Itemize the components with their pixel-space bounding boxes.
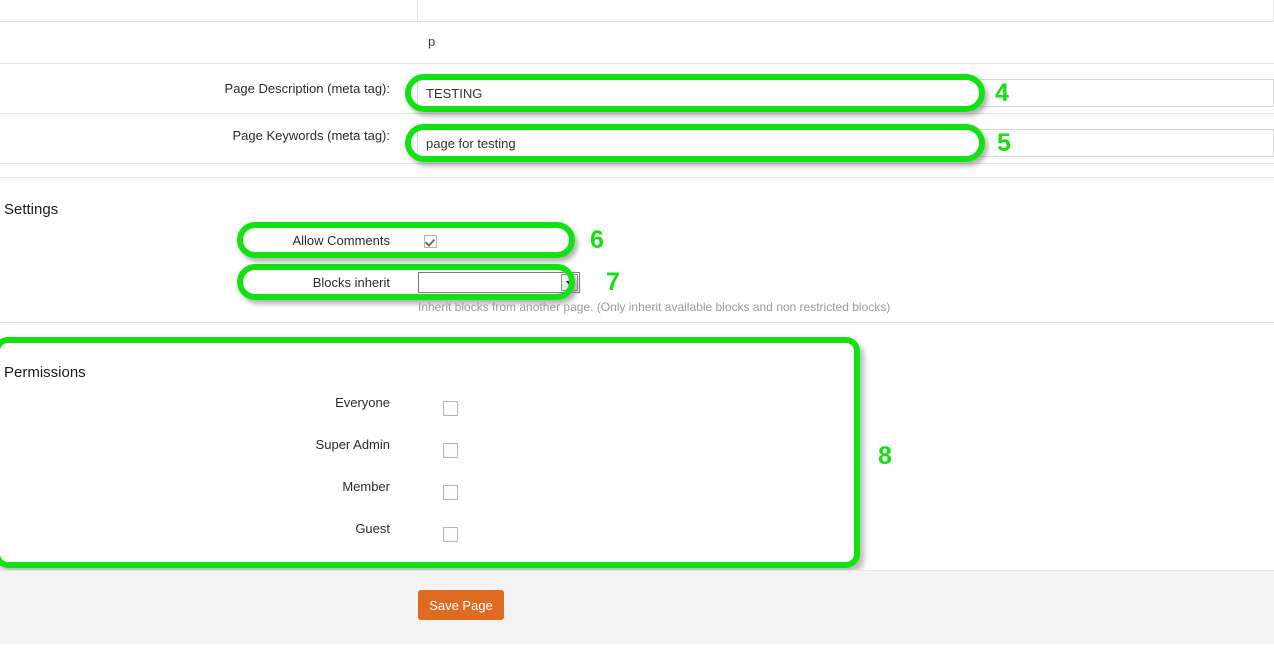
permission-label-member: Member xyxy=(342,479,390,494)
allow-comments-label: Allow Comments xyxy=(292,233,390,248)
annotation-number-6: 6 xyxy=(590,226,604,254)
annotation-number-8: 8 xyxy=(878,442,892,470)
permission-checkbox-super-admin[interactable] xyxy=(443,443,458,458)
divider-editor-bottom xyxy=(0,63,1274,64)
allow-comments-checkbox[interactable] xyxy=(424,235,437,248)
divider-after-keywords xyxy=(0,163,1274,164)
annotation-number-4: 4 xyxy=(995,79,1009,107)
page-keywords-label: Page Keywords (meta tag): xyxy=(232,128,390,143)
page-keywords-input[interactable] xyxy=(417,129,1274,157)
permission-checkbox-member[interactable] xyxy=(443,485,458,500)
page-description-label: Page Description (meta tag): xyxy=(224,81,390,96)
permission-label-super-admin: Super Admin xyxy=(315,437,390,452)
divider-permissions-top xyxy=(0,322,1274,323)
highlight-permissions-section xyxy=(0,337,860,568)
permission-checkbox-guest[interactable] xyxy=(443,527,458,542)
permission-label-guest: Guest xyxy=(355,521,390,536)
chevron-down-icon[interactable] xyxy=(561,274,578,291)
permission-label-everyone: Everyone xyxy=(335,395,390,410)
blocks-inherit-select[interactable] xyxy=(418,272,580,293)
blocks-inherit-helper-text: Inherit blocks from another page. (Only … xyxy=(418,300,891,314)
wysiwyg-editor-statusbar xyxy=(417,0,1274,22)
settings-section-title: Settings xyxy=(4,201,59,218)
page-edit-form: p Page Description (meta tag): 4 Page Ke… xyxy=(0,0,1274,658)
editor-element-path: p xyxy=(428,34,436,49)
annotation-number-5: 5 xyxy=(997,129,1011,157)
permission-checkbox-everyone[interactable] xyxy=(443,401,458,416)
save-page-button[interactable]: Save Page xyxy=(418,590,504,620)
divider-editor-top xyxy=(0,21,1274,22)
page-description-input[interactable] xyxy=(417,79,1274,107)
divider-after-description xyxy=(0,113,1274,114)
form-footer xyxy=(0,570,1274,644)
divider-settings-top xyxy=(0,177,1274,178)
blocks-inherit-label: Blocks inherit xyxy=(312,275,390,290)
annotation-number-7: 7 xyxy=(606,268,620,296)
permissions-section-title: Permissions xyxy=(4,364,86,381)
